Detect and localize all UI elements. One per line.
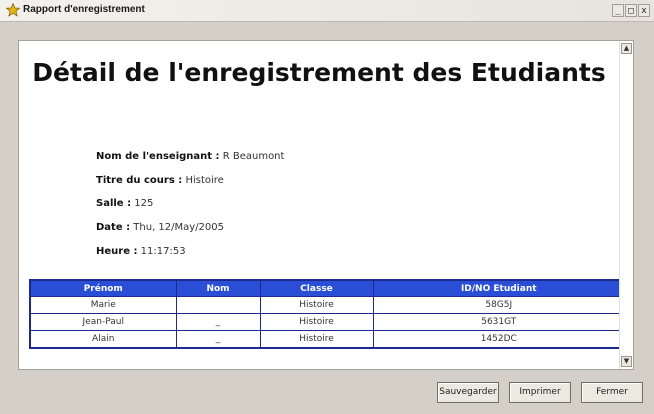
course-label: Titre du cours : bbox=[96, 175, 183, 186]
header-student-id: ID/NO Etudiant bbox=[372, 279, 626, 297]
cell-student-id: 58G5J bbox=[372, 296, 626, 314]
cell-firstname: Jean-Paul bbox=[29, 313, 177, 331]
header-firstname: Prénom bbox=[29, 279, 177, 297]
maximize-button[interactable]: □ bbox=[625, 4, 637, 17]
time-value: 11:17:53 bbox=[140, 246, 186, 257]
room-label: Salle : bbox=[96, 198, 132, 209]
course-value: Histoire bbox=[185, 175, 224, 186]
time-field: Heure : 11:17:53 bbox=[96, 246, 186, 257]
header-class: Classe bbox=[259, 279, 374, 297]
cell-lastname bbox=[175, 296, 261, 314]
table-row: Jean-Paul _ Histoire 5631GT bbox=[29, 313, 626, 331]
save-button[interactable]: Sauvegarder bbox=[437, 382, 499, 403]
teacher-value: R Beaumont bbox=[222, 151, 285, 162]
cell-firstname: Marie bbox=[29, 296, 177, 314]
teacher-label: Nom de l'enseignant : bbox=[96, 151, 220, 162]
minimize-button[interactable]: _ bbox=[612, 4, 624, 17]
cell-class: Histoire bbox=[259, 313, 374, 331]
table-row: Marie Histoire 58G5J bbox=[29, 296, 626, 314]
header-lastname: Nom bbox=[175, 279, 261, 297]
room-value: 125 bbox=[134, 198, 154, 209]
report-title: Détail de l'enregistrement des Etudiants bbox=[32, 58, 606, 87]
close-dialog-button[interactable]: Fermer bbox=[581, 382, 643, 403]
room-field: Salle : 125 bbox=[96, 198, 153, 209]
date-value: Thu, 12/May/2005 bbox=[133, 222, 225, 233]
course-field: Titre du cours : Histoire bbox=[96, 175, 224, 186]
students-table: Prénom Nom Classe ID/NO Etudiant Marie H… bbox=[29, 279, 626, 349]
cell-student-id: 5631GT bbox=[372, 313, 626, 331]
cell-class: Histoire bbox=[259, 330, 374, 349]
report-view: Détail de l'enregistrement des Etudiants… bbox=[18, 40, 634, 370]
close-button[interactable]: x bbox=[638, 4, 650, 17]
cell-class: Histoire bbox=[259, 296, 374, 314]
date-label: Date : bbox=[96, 222, 131, 233]
cell-lastname: _ bbox=[175, 330, 261, 349]
table-header-row: Prénom Nom Classe ID/NO Etudiant bbox=[29, 279, 626, 297]
scroll-down-arrow-icon[interactable]: ▼ bbox=[621, 356, 632, 367]
star-icon bbox=[6, 3, 20, 17]
vertical-scrollbar[interactable]: ▲ ▼ bbox=[619, 41, 633, 369]
cell-lastname: _ bbox=[175, 313, 261, 331]
dialog-buttons: Sauvegarder Imprimer Fermer bbox=[437, 382, 643, 403]
table-row: Alain _ Histoire 1452DC bbox=[29, 330, 626, 349]
time-label: Heure : bbox=[96, 246, 138, 257]
cell-firstname: Alain bbox=[29, 330, 177, 349]
date-field: Date : Thu, 12/May/2005 bbox=[96, 222, 224, 233]
window-titlebar: Rapport d'enregistrement _ □ x bbox=[0, 0, 654, 22]
teacher-field: Nom de l'enseignant : R Beaumont bbox=[96, 151, 284, 162]
print-button[interactable]: Imprimer bbox=[509, 382, 571, 403]
window-title: Rapport d'enregistrement bbox=[23, 4, 145, 15]
scroll-up-arrow-icon[interactable]: ▲ bbox=[621, 43, 632, 54]
window-controls: _ □ x bbox=[612, 4, 650, 17]
cell-student-id: 1452DC bbox=[372, 330, 626, 349]
